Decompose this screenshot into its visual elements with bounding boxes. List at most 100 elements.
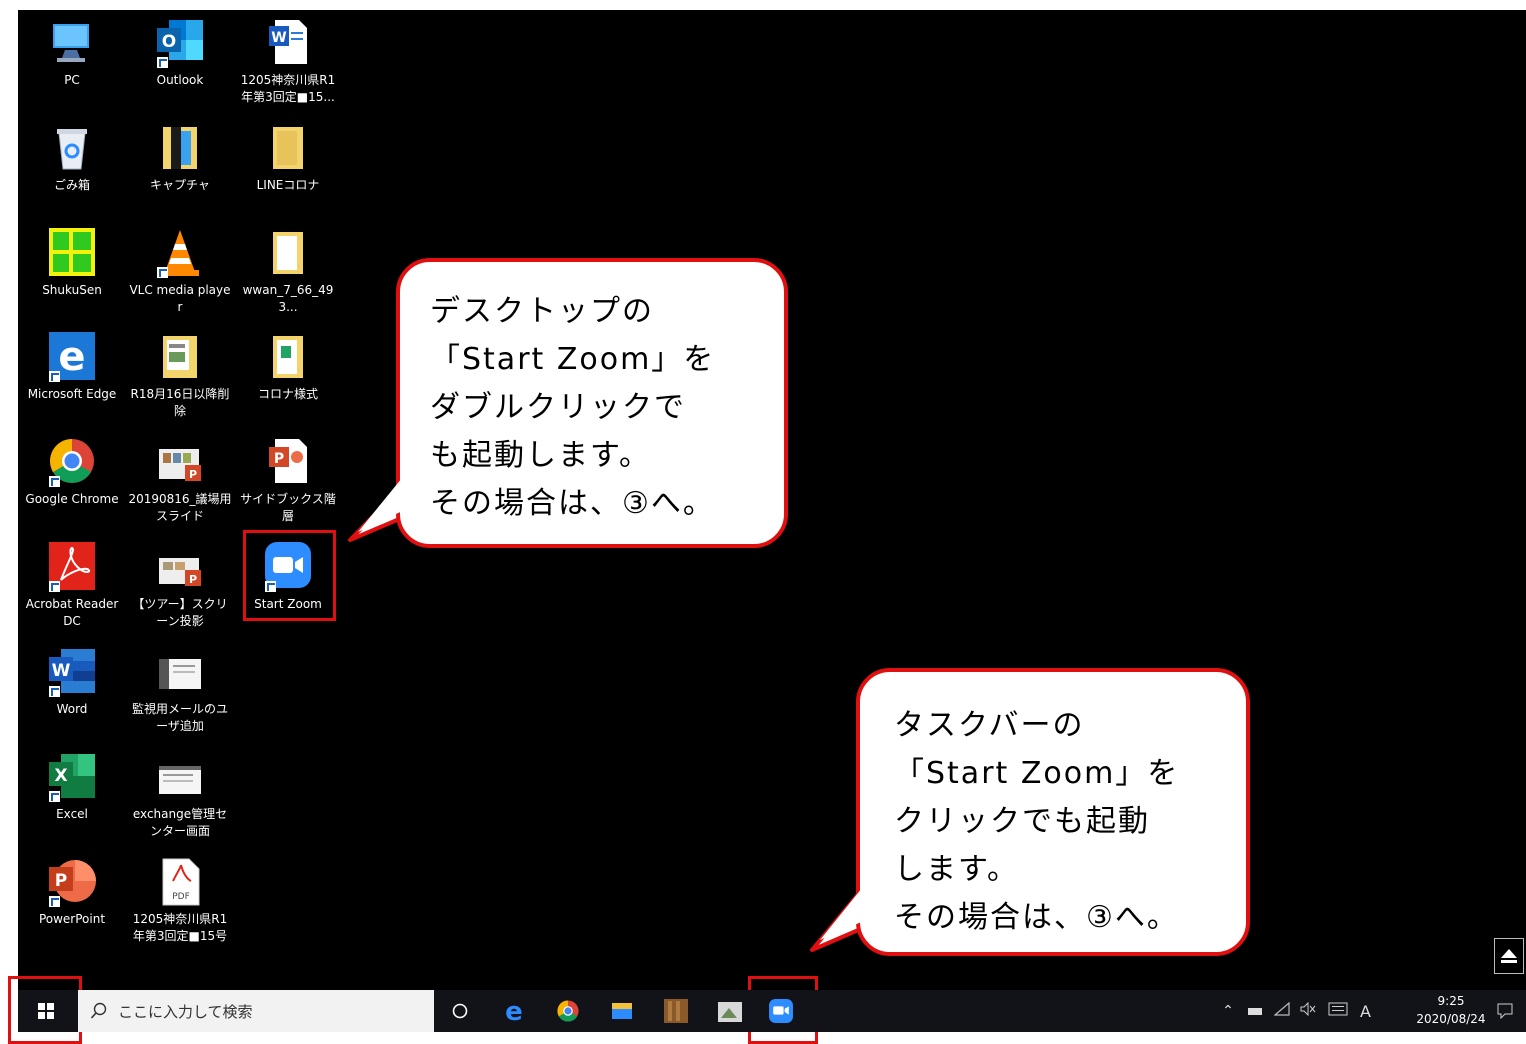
desktop-icon-capture-folder[interactable]: キャプチャ (126, 123, 234, 194)
icon-label: exchange管理センター画面 (132, 807, 228, 838)
recycle-bin-icon (47, 123, 97, 173)
desktop-icon-pdf-1205[interactable]: PDF 1205神奈川県R1年第3回定■15号 (126, 857, 234, 945)
task-view-icon (452, 1003, 468, 1019)
icon-label: コロナ様式 (257, 387, 318, 401)
desktop-icon-outlook[interactable]: O Outlook (126, 18, 234, 89)
volume-icon[interactable] (1300, 1001, 1316, 1020)
desktop-icon-tour-screen[interactable]: P 【ツアー】スクリーン投影 (126, 542, 234, 630)
folder-icon (263, 228, 313, 278)
taskbar-app-1[interactable] (656, 990, 696, 1032)
svg-text:W: W (271, 30, 286, 46)
edge-icon: e (505, 999, 523, 1023)
screenshot-file-icon (155, 752, 205, 802)
svg-text:W: W (52, 661, 71, 681)
svg-text:e: e (505, 999, 523, 1023)
desktop-icon-word-doc-1205[interactable]: W 1205神奈川県R1年第3回定■15... (234, 18, 342, 106)
taskbar: ここに入力して検索 e ⌃ A 9:25 2020/08/24 (18, 990, 1526, 1032)
icon-label: ShukuSen (42, 283, 102, 297)
icon-label: ごみ箱 (53, 178, 90, 192)
icon-label: Google Chrome (25, 492, 119, 506)
battery-icon[interactable] (1248, 1007, 1262, 1015)
svg-text:PDF: PDF (172, 892, 190, 902)
svg-text:P: P (189, 468, 197, 481)
desktop-icon-line-corona[interactable]: LINEコロナ (234, 123, 342, 194)
svg-text:P: P (274, 451, 284, 467)
screenshot-file-icon (155, 647, 205, 697)
clock-date: 2020/08/24 (1416, 1012, 1486, 1026)
zoom-icon (769, 999, 793, 1023)
icon-label: キャプチャ (150, 178, 210, 192)
desktop-icon-sidebooks[interactable]: P サイドブックス階層 (234, 437, 342, 525)
ime-indicator[interactable]: A (1360, 1002, 1371, 1021)
icon-label: PC (64, 73, 80, 87)
wifi-icon[interactable] (1273, 1001, 1290, 1020)
notifications-button[interactable] (1490, 990, 1520, 1032)
desktop-icon-acrobat[interactable]: Acrobat Reader DC (18, 542, 126, 630)
taskbar-chrome[interactable] (548, 990, 588, 1032)
acrobat-icon (47, 542, 97, 592)
desktop-icon-slides-20190816[interactable]: P 20190816_議場用スライド (126, 437, 234, 525)
chevron-up-icon[interactable]: ⌃ (1218, 1003, 1238, 1019)
word-icon: W (47, 647, 97, 697)
desktop-icon-powerpoint[interactable]: P PowerPoint (18, 857, 126, 928)
icon-label: VLC media player (129, 283, 231, 314)
word-doc-icon: W (263, 18, 313, 68)
desktop-icon-chrome[interactable]: Google Chrome (18, 437, 126, 508)
desktop-icon-pc[interactable]: PC (18, 18, 126, 89)
system-tray: ⌃ A (1214, 990, 1394, 1032)
icon-label: Outlook (156, 73, 204, 87)
pptx-file-icon: P (155, 437, 205, 487)
start-button[interactable] (24, 990, 68, 1032)
taskbar-file-explorer[interactable] (602, 990, 642, 1032)
edge-icon: e (47, 332, 97, 382)
desktop-icon-word[interactable]: W Word (18, 647, 126, 718)
icon-label: R18月16日以降削除 (130, 387, 230, 418)
start-zoom-desktop-highlight (243, 530, 336, 621)
callout-taskbar: タスクバーの 「Start Zoom」を クリックでも起動 します。 その場合は… (856, 668, 1250, 956)
desktop-icon-vlc[interactable]: VLC media player (126, 228, 234, 316)
vlc-icon (155, 228, 205, 278)
desktop-icon-wwan[interactable]: wwan_7_66_493... (234, 228, 342, 316)
desktop-icon-folder-r18[interactable]: R18月16日以降削除 (126, 332, 234, 420)
powerpoint-file-icon: P (263, 437, 313, 487)
pdf-icon: PDF (155, 857, 205, 907)
icon-label: 監視用メールのユーザ追加 (131, 702, 228, 733)
excel-icon: X (47, 752, 97, 802)
icon-label: Excel (56, 807, 88, 821)
app-icon (664, 999, 688, 1023)
chrome-icon (47, 437, 97, 487)
icon-label: PowerPoint (38, 912, 106, 926)
svg-text:e: e (58, 334, 85, 380)
icon-label: Microsoft Edge (27, 387, 117, 401)
powerpoint-icon: P (47, 857, 97, 907)
icon-label: LINEコロナ (256, 178, 320, 192)
outlook-icon: O (155, 18, 205, 68)
desktop-icon-corona-form[interactable]: コロナ様式 (234, 332, 342, 403)
windows-icon (38, 1003, 54, 1019)
desktop-icon-excel[interactable]: X Excel (18, 752, 126, 823)
icon-label: サイドブックス階層 (240, 492, 336, 523)
taskbar-app-2[interactable] (710, 990, 750, 1032)
task-view-button[interactable] (442, 990, 478, 1032)
desktop-icon-exchange[interactable]: exchange管理センター画面 (126, 752, 234, 840)
icon-label: 1205神奈川県R1年第3回定■15号 (132, 912, 228, 943)
file-explorer-icon (612, 1003, 632, 1019)
taskbar-edge[interactable]: e (494, 990, 534, 1032)
desktop-icon-shukusen[interactable]: ShukuSen (18, 228, 126, 299)
callout-desktop: デスクトップの 「Start Zoom」を ダブルクリックで も起動します。 そ… (396, 258, 788, 548)
desktop-icon-recycle-bin[interactable]: ごみ箱 (18, 123, 126, 194)
svg-text:P: P (189, 573, 197, 586)
keyboard-icon[interactable] (1328, 1002, 1348, 1020)
desktop-icon-edge[interactable]: e Microsoft Edge (18, 332, 126, 403)
folder-icon (263, 332, 313, 382)
search-box[interactable]: ここに入力して検索 (78, 990, 434, 1032)
svg-text:P: P (55, 871, 67, 891)
pptx-file-icon: P (155, 542, 205, 592)
desktop-icon-mail-user[interactable]: 監視用メールのユーザ追加 (126, 647, 234, 735)
search-placeholder: ここに入力して検索 (118, 1002, 253, 1021)
clock[interactable]: 9:25 2020/08/24 (1410, 992, 1492, 1028)
icon-label: wwan_7_66_493... (242, 283, 334, 314)
pc-icon (47, 18, 97, 68)
taskbar-zoom[interactable] (762, 990, 800, 1032)
eject-icon[interactable] (1494, 938, 1524, 974)
